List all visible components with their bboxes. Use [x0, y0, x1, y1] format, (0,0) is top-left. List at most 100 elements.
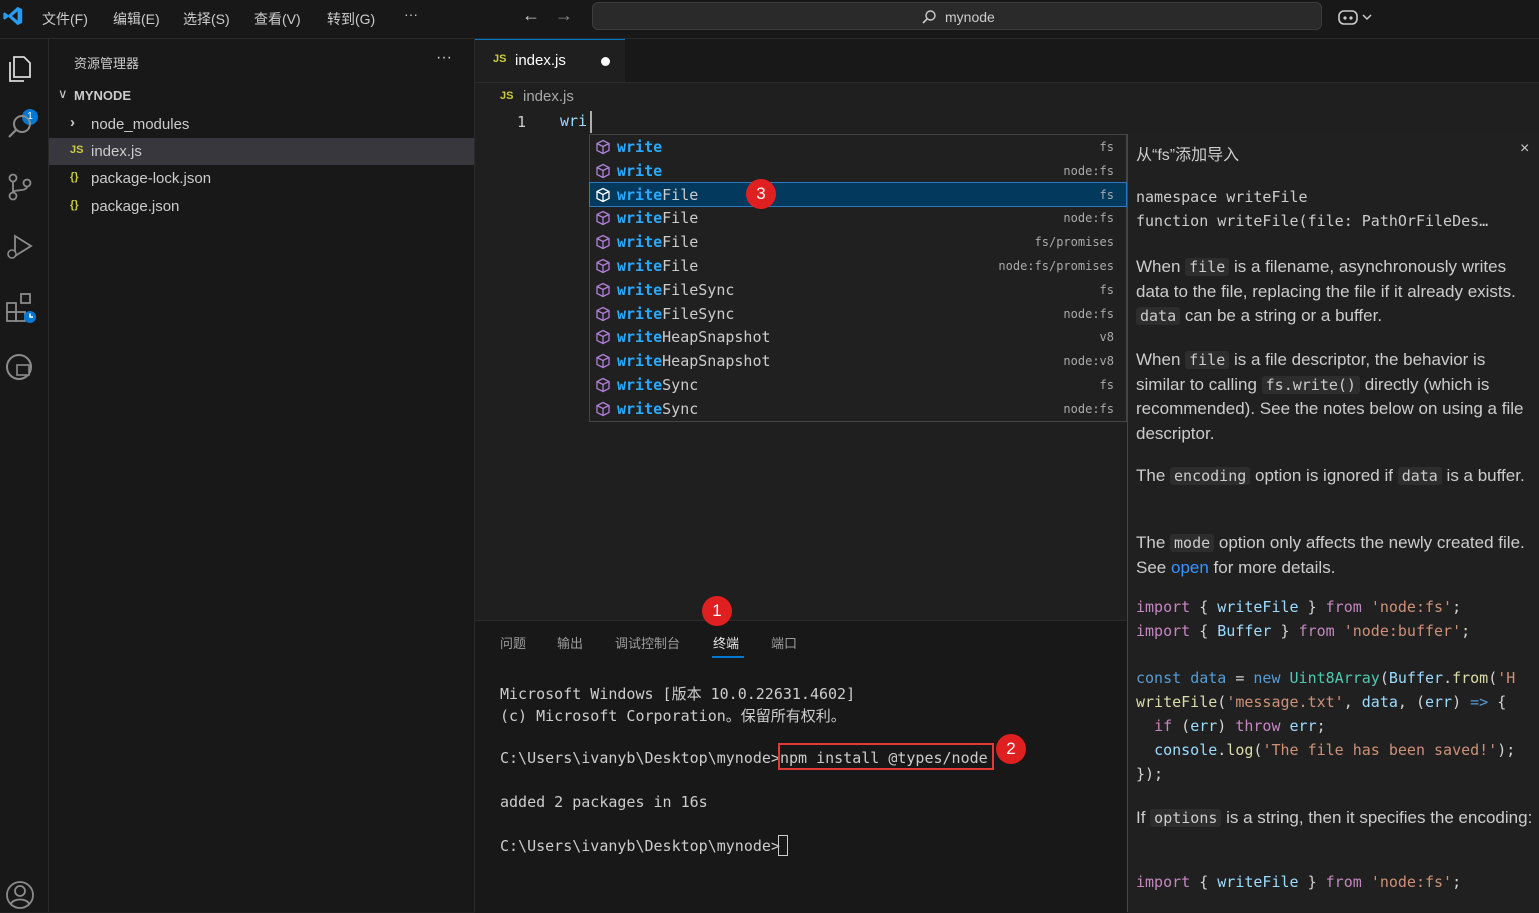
breadcrumb-file[interactable]: index.js [523, 88, 574, 105]
suggestion-label: write [617, 161, 663, 180]
tab-debug-console[interactable]: 调试控制台 [615, 633, 680, 652]
method-cube-icon [596, 377, 610, 393]
explorer-icon[interactable] [4, 53, 36, 85]
suggestion-list[interactable]: write fs write node:fs writeFile fs writeFile n… [589, 134, 1127, 422]
suggestion-label: writeHeapSnapshot [617, 352, 771, 371]
explorer-sidebar: 资源管理器 ··· ∨ MYNODE › node_modules JS ind… [49, 39, 475, 912]
suggestion-item[interactable]: writeFile node:fs [590, 206, 1126, 230]
tab-label: index.js [515, 52, 566, 69]
explorer-title: 资源管理器 [74, 56, 140, 71]
method-cube-icon [596, 163, 610, 179]
vscode-logo-icon[interactable] [2, 5, 24, 27]
tab-index-js[interactable]: JS index.js [475, 39, 625, 82]
suggestion-label: writeFileSync [617, 280, 735, 299]
extensions-icon[interactable] [4, 291, 36, 323]
close-icon[interactable]: × [1520, 140, 1529, 158]
menu-view[interactable]: 查看(V) [254, 9, 301, 29]
command-center-search[interactable]: mynode [592, 2, 1322, 30]
doc-paragraph: If options is a string, then it specifie… [1136, 808, 1533, 827]
suggestion-label: writeSync [617, 399, 699, 418]
folder-header[interactable]: ∨ MYNODE [49, 85, 474, 107]
tree-item-label: package.json [91, 198, 180, 215]
suggestion-detail: fs/promises [1034, 235, 1114, 250]
code-line[interactable]: wri [560, 112, 587, 130]
tab-terminal[interactable]: 终端 [713, 633, 739, 652]
terminal-line: (c) Microsoft Corporation。保留所有权利。 [500, 707, 846, 725]
suggestion-item[interactable]: writeHeapSnapshot node:v8 [590, 349, 1126, 373]
suggestion-label: writeSync [617, 376, 699, 394]
method-cube-icon [596, 330, 610, 345]
menu-selection[interactable]: 选择(S) [183, 9, 230, 29]
suggestion-item[interactable]: writeHeapSnapshot v8 [590, 325, 1126, 349]
details-header: 从“fs”添加导入 [1136, 147, 1240, 164]
suggestion-item[interactable]: writeFile fs [589, 181, 1127, 208]
suggestion-item[interactable]: writeFileSync node:fs [590, 302, 1126, 326]
terminal-prompt[interactable]: C:\Users\ivanyb\Desktop\mynode> [500, 837, 780, 855]
suggestion-item[interactable]: writeFileSync fs [590, 278, 1126, 302]
json-file-icon: {} [70, 199, 79, 211]
method-cube-icon [596, 187, 610, 202]
method-cube-icon [596, 353, 610, 369]
title-bar: 文件(F) 编辑(E) 选择(S) 查看(V) 转到(G) ··· ← → my… [0, 0, 1539, 39]
tree-item-label: package-lock.json [91, 170, 212, 187]
highlight-box [778, 743, 994, 770]
code-line: import { writeFile } from 'node:fs'; [1136, 598, 1462, 616]
terminal-line: added 2 packages in 16s [500, 793, 708, 811]
suggestion-detail: fs [1099, 378, 1114, 392]
remote-explorer-icon[interactable] [4, 351, 36, 383]
search-icon[interactable] [4, 111, 36, 143]
tree-item-package-lock-json[interactable]: {} package-lock.json [49, 165, 474, 192]
tab-problems[interactable]: 问题 [500, 633, 526, 652]
method-cube-icon [596, 282, 610, 298]
suggestion-item[interactable]: writeFile fs/promises [590, 230, 1126, 254]
menu-more[interactable]: ··· [404, 6, 418, 22]
tree-item-node-modules[interactable]: › node_modules [49, 111, 474, 138]
copilot-icon[interactable] [1338, 8, 1374, 28]
suggestion-details: 从“fs”添加导入 × namespace writeFile function… [1127, 134, 1539, 912]
suggestion-item[interactable]: write fs [590, 135, 1126, 159]
suggestion-item[interactable]: writeSync fs [590, 373, 1126, 397]
suggestion-label: writeFileSync [617, 304, 735, 323]
annotation-marker-3: 3 [746, 179, 776, 209]
suggestion-item[interactable]: writeFile node:fs/promises [590, 254, 1126, 278]
suggestion-detail: node:fs [1063, 163, 1114, 178]
back-arrow-icon[interactable]: ← [522, 5, 540, 26]
line-number: 1 [517, 113, 527, 131]
account-icon[interactable] [4, 879, 36, 911]
annotation-marker-2: 2 [996, 734, 1026, 764]
source-control-icon[interactable] [4, 171, 36, 203]
suggestion-label: writeFile [617, 209, 699, 228]
text-cursor [590, 111, 592, 133]
active-tab-indicator [712, 656, 744, 658]
suggestion-label: writeFile [617, 185, 699, 204]
method-cube-icon [596, 401, 610, 417]
explorer-more-button[interactable]: ··· [436, 49, 452, 67]
menu-file[interactable]: 文件(F) [42, 9, 88, 29]
code-line: console.log('The file has been saved!'); [1154, 741, 1516, 759]
details-signature: namespace writeFile [1136, 188, 1308, 206]
bottom-panel: 问题 输出 调试控制台 终端 端口 Microsoft Windows [版本 … [475, 620, 1127, 913]
terminal-prompt: C:\Users\ivanyb\Desktop\mynode> [500, 749, 780, 767]
suggestion-detail: v8 [1099, 330, 1114, 345]
code-line: if (err) throw err; [1154, 717, 1326, 735]
tab-output[interactable]: 输出 [557, 633, 583, 652]
menu-go[interactable]: 转到(G) [327, 9, 375, 29]
editor-tab-bar: JS index.js [475, 39, 1539, 83]
tab-ports[interactable]: 端口 [771, 633, 797, 652]
tree-item-package-json[interactable]: {} package.json [49, 193, 474, 220]
suggestion-item[interactable]: write node:fs [590, 159, 1126, 183]
run-debug-icon[interactable] [4, 231, 36, 263]
search-icon [922, 10, 936, 24]
forward-arrow-icon[interactable]: → [555, 5, 573, 26]
suggestion-item[interactable]: writeSync node:fs [590, 397, 1126, 421]
doc-paragraph: The mode option only affects the newly c… [1136, 533, 1525, 577]
suggestion-detail: node:fs [1063, 211, 1114, 226]
tree-item-label: index.js [91, 143, 142, 160]
suggestion-detail: node:v8 [1063, 354, 1114, 369]
menu-edit[interactable]: 编辑(E) [113, 9, 160, 29]
method-cube-icon [596, 139, 610, 155]
tree-item-index-js[interactable]: JS index.js [49, 138, 474, 165]
unsaved-dot-icon[interactable] [601, 57, 610, 66]
doc-paragraph: When file is a filename, asynchronously … [1136, 257, 1516, 325]
open-link[interactable]: open [1171, 558, 1209, 577]
